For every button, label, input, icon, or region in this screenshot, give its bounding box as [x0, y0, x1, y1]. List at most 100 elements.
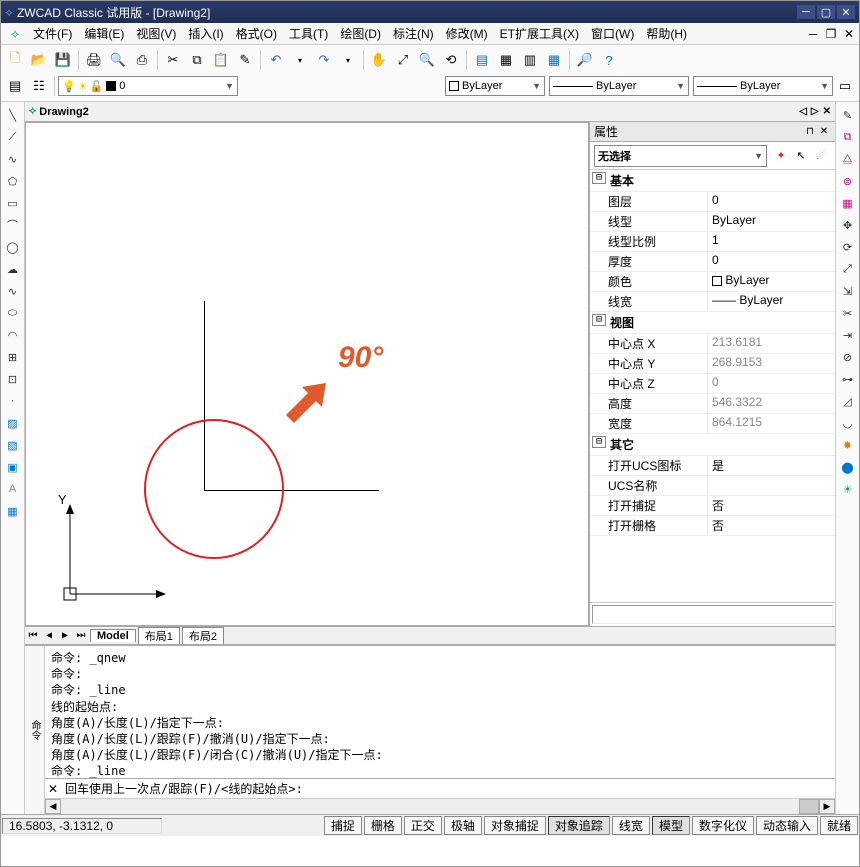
tab-layout1[interactable]: 布局1: [138, 627, 180, 644]
rotate-icon[interactable]: ⟳: [838, 237, 858, 257]
insert-block-icon[interactable]: ⊞: [3, 347, 23, 367]
minimize-button[interactable]: ─: [797, 5, 815, 19]
new-icon[interactable]: 🗋: [4, 49, 26, 71]
quick-select-icon[interactable]: ☄: [812, 147, 830, 165]
print-icon[interactable]: 🖨: [83, 49, 105, 71]
table-tool-icon[interactable]: ▦: [3, 501, 23, 521]
color-combo[interactable]: ByLayer ▼: [445, 76, 545, 96]
document-tab[interactable]: Drawing2: [39, 106, 89, 118]
table-icon[interactable]: ▦: [543, 49, 565, 71]
status-toggle-就绪[interactable]: 就绪: [820, 816, 858, 835]
select-objects-icon[interactable]: ↖: [792, 147, 810, 165]
ellipse-icon[interactable]: ⬭: [3, 303, 23, 323]
group-toggle[interactable]: ⊟: [592, 314, 606, 326]
prop-val[interactable]: 否: [708, 516, 835, 535]
mirror-icon[interactable]: ⧋: [838, 149, 858, 169]
design-center-icon[interactable]: ▦: [495, 49, 517, 71]
zoom-prev-icon[interactable]: ⟲: [440, 49, 462, 71]
scale-icon[interactable]: ⤢: [838, 259, 858, 279]
publish-icon[interactable]: ⎙: [131, 49, 153, 71]
tab-layout2[interactable]: 布局2: [182, 627, 224, 644]
last-tab-icon[interactable]: ⏭: [73, 630, 89, 641]
revcloud-icon[interactable]: ☁: [3, 259, 23, 279]
prop-val[interactable]: ByLayer: [708, 212, 835, 231]
layer-states-icon[interactable]: ☷: [28, 75, 50, 97]
status-toggle-极轴[interactable]: 极轴: [444, 816, 482, 835]
menu-view[interactable]: 视图(V): [130, 25, 182, 42]
prop-val[interactable]: 1: [708, 232, 835, 251]
chamfer-icon[interactable]: ◿: [838, 391, 858, 411]
scroll-right-icon[interactable]: ▶: [819, 799, 835, 814]
doc-close-button[interactable]: ✕: [841, 26, 857, 42]
group-toggle[interactable]: ⊟: [592, 172, 606, 184]
props-scrollbar[interactable]: [590, 602, 835, 626]
menu-modify[interactable]: 修改(M): [440, 25, 494, 42]
tab-close-icon[interactable]: ✕: [823, 106, 831, 117]
join-icon[interactable]: ⊶: [838, 369, 858, 389]
circle-icon[interactable]: ◯: [3, 237, 23, 257]
status-toggle-数字化仪[interactable]: 数字化仪: [692, 816, 754, 835]
prop-val[interactable]: 否: [708, 496, 835, 515]
tool-palette-icon[interactable]: ▥: [519, 49, 541, 71]
break-icon[interactable]: ⊘: [838, 347, 858, 367]
prop-val[interactable]: [708, 476, 835, 495]
trim-icon[interactable]: ✂: [838, 303, 858, 323]
zoom-rt-icon[interactable]: ⤢: [392, 49, 414, 71]
zoom-icon[interactable]: 🔍: [416, 49, 438, 71]
cut-icon[interactable]: ✂: [162, 49, 184, 71]
array-icon[interactable]: ▦: [838, 193, 858, 213]
prop-val[interactable]: 0: [708, 192, 835, 211]
redo-icon[interactable]: ↷: [313, 49, 335, 71]
status-toggle-对象捕捉[interactable]: 对象捕捉: [484, 816, 546, 835]
extend-icon[interactable]: ⇥: [838, 325, 858, 345]
pline-icon[interactable]: ∿: [3, 149, 23, 169]
find-icon[interactable]: 🔎: [574, 49, 596, 71]
menu-tools[interactable]: 工具(T): [283, 25, 334, 42]
arc-icon[interactable]: ⌒: [3, 215, 23, 235]
line-icon[interactable]: ╲: [3, 105, 23, 125]
selection-combo[interactable]: 无选择 ▼: [594, 145, 767, 167]
prev-tab-icon[interactable]: ◀: [41, 630, 57, 641]
help-icon[interactable]: ?: [598, 49, 620, 71]
rectangle-icon[interactable]: ▭: [3, 193, 23, 213]
redo-drop-icon[interactable]: ▾: [337, 49, 359, 71]
xline-icon[interactable]: ⟋: [3, 127, 23, 147]
status-toggle-栅格[interactable]: 栅格: [364, 816, 402, 835]
hatch-icon[interactable]: ▨: [3, 413, 23, 433]
drawing-canvas[interactable]: 90° Y: [25, 122, 589, 626]
status-toggle-模型[interactable]: 模型: [652, 816, 690, 835]
undo-drop-icon[interactable]: ▾: [289, 49, 311, 71]
bylayer-button-icon[interactable]: ▭: [834, 75, 856, 97]
menu-edit[interactable]: 编辑(E): [78, 25, 130, 42]
mtext-icon[interactable]: A: [3, 479, 23, 499]
layer-props-icon[interactable]: ▤: [4, 75, 26, 97]
pan-icon[interactable]: ✋: [368, 49, 390, 71]
toggle-pickfirst-icon[interactable]: ✦: [772, 147, 790, 165]
doc-restore-button[interactable]: ❐: [823, 26, 839, 42]
linetype-combo[interactable]: ByLayer ▼: [549, 76, 689, 96]
command-input[interactable]: [61, 782, 835, 796]
status-toggle-捕捉[interactable]: 捕捉: [324, 816, 362, 835]
render-icon[interactable]: ⬤: [838, 457, 858, 477]
menu-et[interactable]: ET扩展工具(X): [494, 25, 585, 42]
status-toggle-线宽[interactable]: 线宽: [612, 816, 650, 835]
copy-obj-icon[interactable]: ⧉: [838, 127, 858, 147]
group-toggle[interactable]: ⊟: [592, 436, 606, 448]
command-scrollbar[interactable]: ◀ ▶: [45, 798, 835, 814]
command-close-icon[interactable]: ✕: [45, 782, 61, 796]
fillet-icon[interactable]: ◡: [838, 413, 858, 433]
paste-icon[interactable]: 📋: [210, 49, 232, 71]
maximize-button[interactable]: ▢: [817, 5, 835, 19]
match-icon[interactable]: ✎: [234, 49, 256, 71]
scroll-left-icon[interactable]: ◀: [45, 799, 61, 814]
stretch-icon[interactable]: ⇲: [838, 281, 858, 301]
erase-icon[interactable]: ✎: [838, 105, 858, 125]
status-toggle-动态输入[interactable]: 动态输入: [756, 816, 818, 835]
make-block-icon[interactable]: ⊡: [3, 369, 23, 389]
spline-icon[interactable]: ∿: [3, 281, 23, 301]
scroll-thumb[interactable]: [799, 799, 819, 814]
status-toggle-对象追踪[interactable]: 对象追踪: [548, 816, 610, 835]
menu-window[interactable]: 窗口(W): [585, 25, 640, 42]
close-button[interactable]: ✕: [837, 5, 855, 19]
ellipse-arc-icon[interactable]: ◠: [3, 325, 23, 345]
